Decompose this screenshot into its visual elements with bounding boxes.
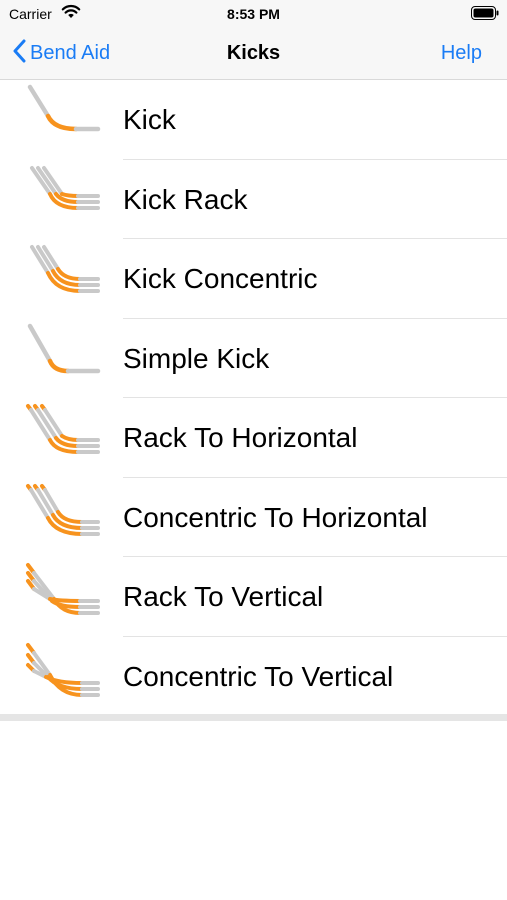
list-item-label: Rack To Vertical [123, 581, 324, 612]
kicks-list: Kick Kick Rack Kick Concentric Simple Ki… [0, 80, 507, 716]
list-item-label: Rack To Horizontal [123, 422, 358, 453]
list-item-kick[interactable]: Kick [0, 80, 507, 160]
list-item-kick-concentric[interactable]: Kick Concentric [0, 239, 507, 319]
list-item-rack-to-vertical[interactable]: Rack To Vertical [0, 557, 507, 637]
simple-kick-icon [22, 323, 104, 395]
list-item-simple-kick[interactable]: Simple Kick [0, 319, 507, 398]
kick-icon [22, 84, 104, 156]
back-button[interactable]: Bend Aid [12, 39, 110, 67]
list-item-label: Kick Concentric [123, 263, 318, 294]
concentric-to-horizontal-icon [22, 482, 104, 554]
kick-rack-icon [22, 164, 104, 236]
list-item-label: Simple Kick [123, 342, 270, 374]
list-item-label: Kick Rack [123, 183, 248, 215]
status-bar: Carrier 8:53 PM [0, 0, 507, 28]
list-item-concentric-to-horizontal[interactable]: Concentric To Horizontal [0, 478, 507, 557]
list-item-label: Concentric To Vertical [123, 660, 394, 692]
back-button-label: Bend Aid [30, 41, 111, 64]
list-item-label: Kick [123, 104, 176, 135]
chevron-left-icon [12, 39, 26, 68]
rack-to-horizontal-icon [22, 402, 104, 474]
help-button[interactable]: Help [441, 42, 482, 65]
battery-icon [471, 6, 499, 25]
navigation-bar: Bend Aid Kicks Help [0, 28, 507, 80]
concentric-to-vertical-icon [22, 641, 104, 713]
rack-to-vertical-icon [22, 561, 104, 633]
list-item-rack-to-horizontal[interactable]: Rack To Horizontal [0, 398, 507, 478]
kick-concentric-icon [22, 243, 104, 315]
status-time: 8:53 PM [227, 6, 280, 22]
list-item-kick-rack[interactable]: Kick Rack [0, 160, 507, 239]
list-footer-divider [0, 714, 507, 721]
list-item-concentric-to-vertical[interactable]: Concentric To Vertical [0, 637, 507, 717]
list-item-label: Concentric To Horizontal [123, 501, 428, 533]
